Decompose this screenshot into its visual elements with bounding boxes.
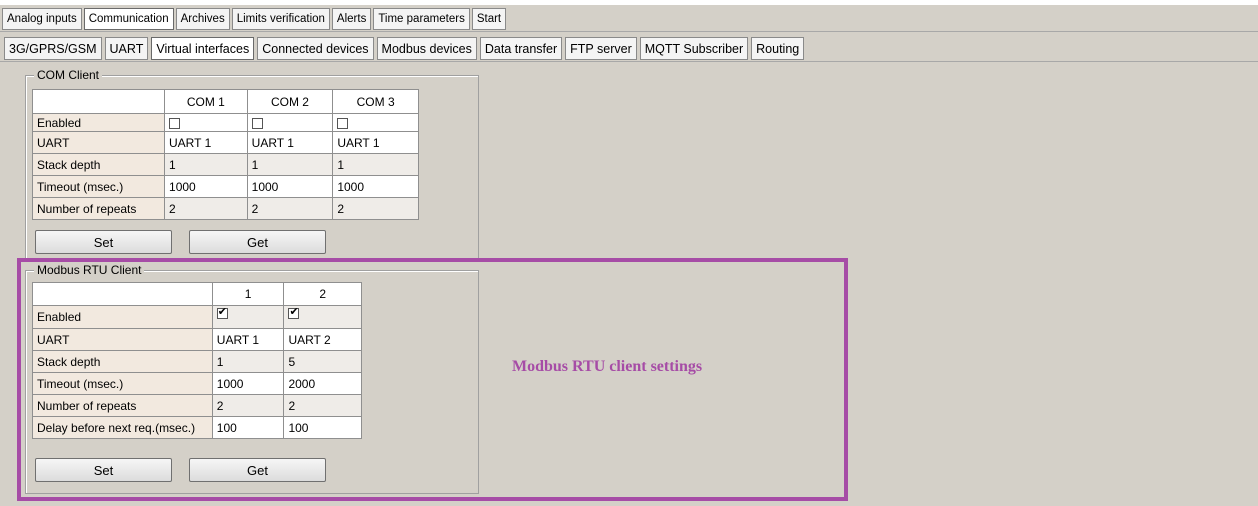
table-corner-cell [31, 89, 166, 114]
modbus-settings-annotation: Modbus RTU client settings [512, 358, 703, 375]
tab-bar-divider [0, 31, 1258, 32]
row-label: UART [31, 131, 166, 154]
row-label: Timeout (msec.) [31, 175, 166, 198]
tab-3g-gprs-gsm[interactable]: 3G/GPRS/GSM [4, 37, 102, 60]
uart-cell[interactable]: UART 1 [332, 131, 419, 154]
repeats-cell[interactable]: 2 [332, 197, 419, 220]
window-top-strip [0, 0, 1258, 5]
timeout-cell[interactable]: 1000 [246, 175, 334, 198]
table-row: Timeout (msec.) 1000 1000 1000 [31, 175, 419, 198]
column-header: COM 1 [164, 89, 248, 114]
timeout-cell[interactable]: 1000 [332, 175, 419, 198]
timeout-cell[interactable]: 1000 [164, 175, 248, 198]
enabled-checkbox[interactable] [169, 117, 181, 129]
tab-ftp-server[interactable]: FTP server [565, 37, 637, 60]
table-row: Stack depth 1 1 1 [31, 153, 419, 176]
modbus-highlight-frame [17, 258, 848, 501]
main-tab-bar: Analog inputs Communication Archives Lim… [2, 8, 507, 30]
repeats-cell[interactable]: 2 [164, 197, 248, 220]
tab-modbus-devices[interactable]: Modbus devices [376, 37, 477, 60]
tab-limits-verification[interactable]: Limits verification [231, 8, 330, 30]
com-get-button[interactable]: Get [189, 230, 326, 254]
tab-connected-devices[interactable]: Connected devices [257, 37, 374, 60]
table-row: Enabled [31, 113, 419, 132]
repeats-cell[interactable]: 2 [246, 197, 334, 220]
com-set-button[interactable]: Set [35, 230, 172, 254]
com-client-title: COM Client [34, 68, 103, 82]
tab-mqtt-subscriber[interactable]: MQTT Subscriber [639, 37, 749, 60]
cell [332, 113, 419, 132]
column-header: COM 3 [332, 89, 419, 114]
tab-time-parameters[interactable]: Time parameters [373, 8, 470, 30]
tab-alerts[interactable]: Alerts [331, 8, 372, 30]
tab-archives[interactable]: Archives [175, 8, 230, 30]
cell [246, 113, 334, 132]
tab-start[interactable]: Start [471, 8, 507, 30]
cell [164, 113, 248, 132]
uart-cell[interactable]: UART 1 [246, 131, 334, 154]
row-label: Enabled [31, 113, 166, 132]
stack-depth-cell[interactable]: 1 [246, 153, 334, 176]
tab-uart[interactable]: UART [104, 37, 149, 60]
table-row: Number of repeats 2 2 2 [31, 197, 419, 220]
enabled-checkbox[interactable] [251, 117, 263, 129]
row-label: Stack depth [31, 153, 166, 176]
sub-tab-bar: 3G/GPRS/GSM UART Virtual interfaces Conn… [4, 37, 805, 60]
stack-depth-cell[interactable]: 1 [332, 153, 419, 176]
row-label: Number of repeats [31, 197, 166, 220]
tab-analog-inputs[interactable]: Analog inputs [2, 8, 82, 30]
tab-data-transfer[interactable]: Data transfer [479, 37, 563, 60]
tab-virtual-interfaces[interactable]: Virtual interfaces [151, 37, 255, 60]
enabled-checkbox[interactable] [337, 117, 349, 129]
table-row: UART UART 1 UART 1 UART 1 [31, 131, 419, 154]
column-header: COM 2 [246, 89, 334, 114]
sub-tab-divider [0, 61, 1258, 62]
uart-cell[interactable]: UART 1 [164, 131, 248, 154]
tab-routing[interactable]: Routing [751, 37, 805, 60]
com-client-table: COM 1 COM 2 COM 3 Enabled UART UART 1 UA… [31, 89, 419, 220]
tab-communication[interactable]: Communication [83, 8, 174, 30]
stack-depth-cell[interactable]: 1 [164, 153, 248, 176]
